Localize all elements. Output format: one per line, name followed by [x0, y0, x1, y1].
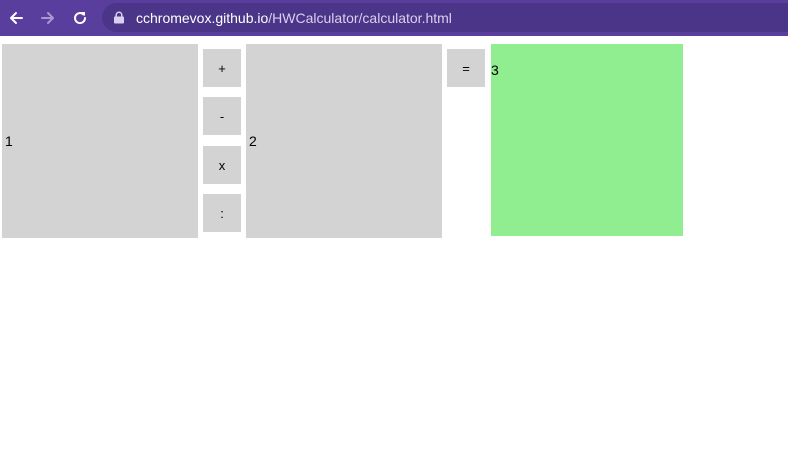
address-bar[interactable]: cchromevox.github.io/HWCalculator/calcul…: [102, 3, 788, 32]
operand-2-field[interactable]: 2: [246, 44, 442, 238]
browser-toolbar: cchromevox.github.io/HWCalculator/calcul…: [0, 0, 788, 36]
multiply-button-label: x: [218, 157, 226, 173]
subtract-button-label: -: [219, 108, 225, 124]
equals-button[interactable]: =: [447, 49, 485, 87]
divide-button[interactable]: :: [203, 194, 241, 232]
url-text: cchromevox.github.io/HWCalculator/calcul…: [136, 10, 452, 26]
operand-1-field[interactable]: 1: [2, 44, 198, 238]
multiply-button[interactable]: x: [203, 146, 241, 184]
reload-icon: [74, 12, 87, 25]
add-button[interactable]: +: [203, 49, 241, 87]
add-button-label: +: [218, 60, 226, 76]
page-content: 1 + - x : 2 = 3: [0, 36, 788, 457]
result-box: 3: [491, 44, 683, 236]
lock-icon: [114, 11, 124, 24]
operand-2-value: 2: [249, 133, 257, 149]
url-path: /HWCalculator/calculator.html: [268, 10, 452, 26]
subtract-button[interactable]: -: [203, 97, 241, 135]
back-arrow-icon: [10, 12, 23, 24]
equals-button-label: =: [462, 60, 470, 76]
result-value: 3: [491, 62, 499, 78]
forward-button[interactable]: [36, 6, 60, 30]
back-button[interactable]: [4, 6, 28, 30]
reload-button[interactable]: [68, 6, 92, 30]
divide-button-label: :: [220, 205, 224, 221]
operand-1-value: 1: [5, 133, 13, 149]
forward-arrow-icon: [41, 12, 54, 24]
url-host: cchromevox.github.io: [136, 10, 269, 26]
